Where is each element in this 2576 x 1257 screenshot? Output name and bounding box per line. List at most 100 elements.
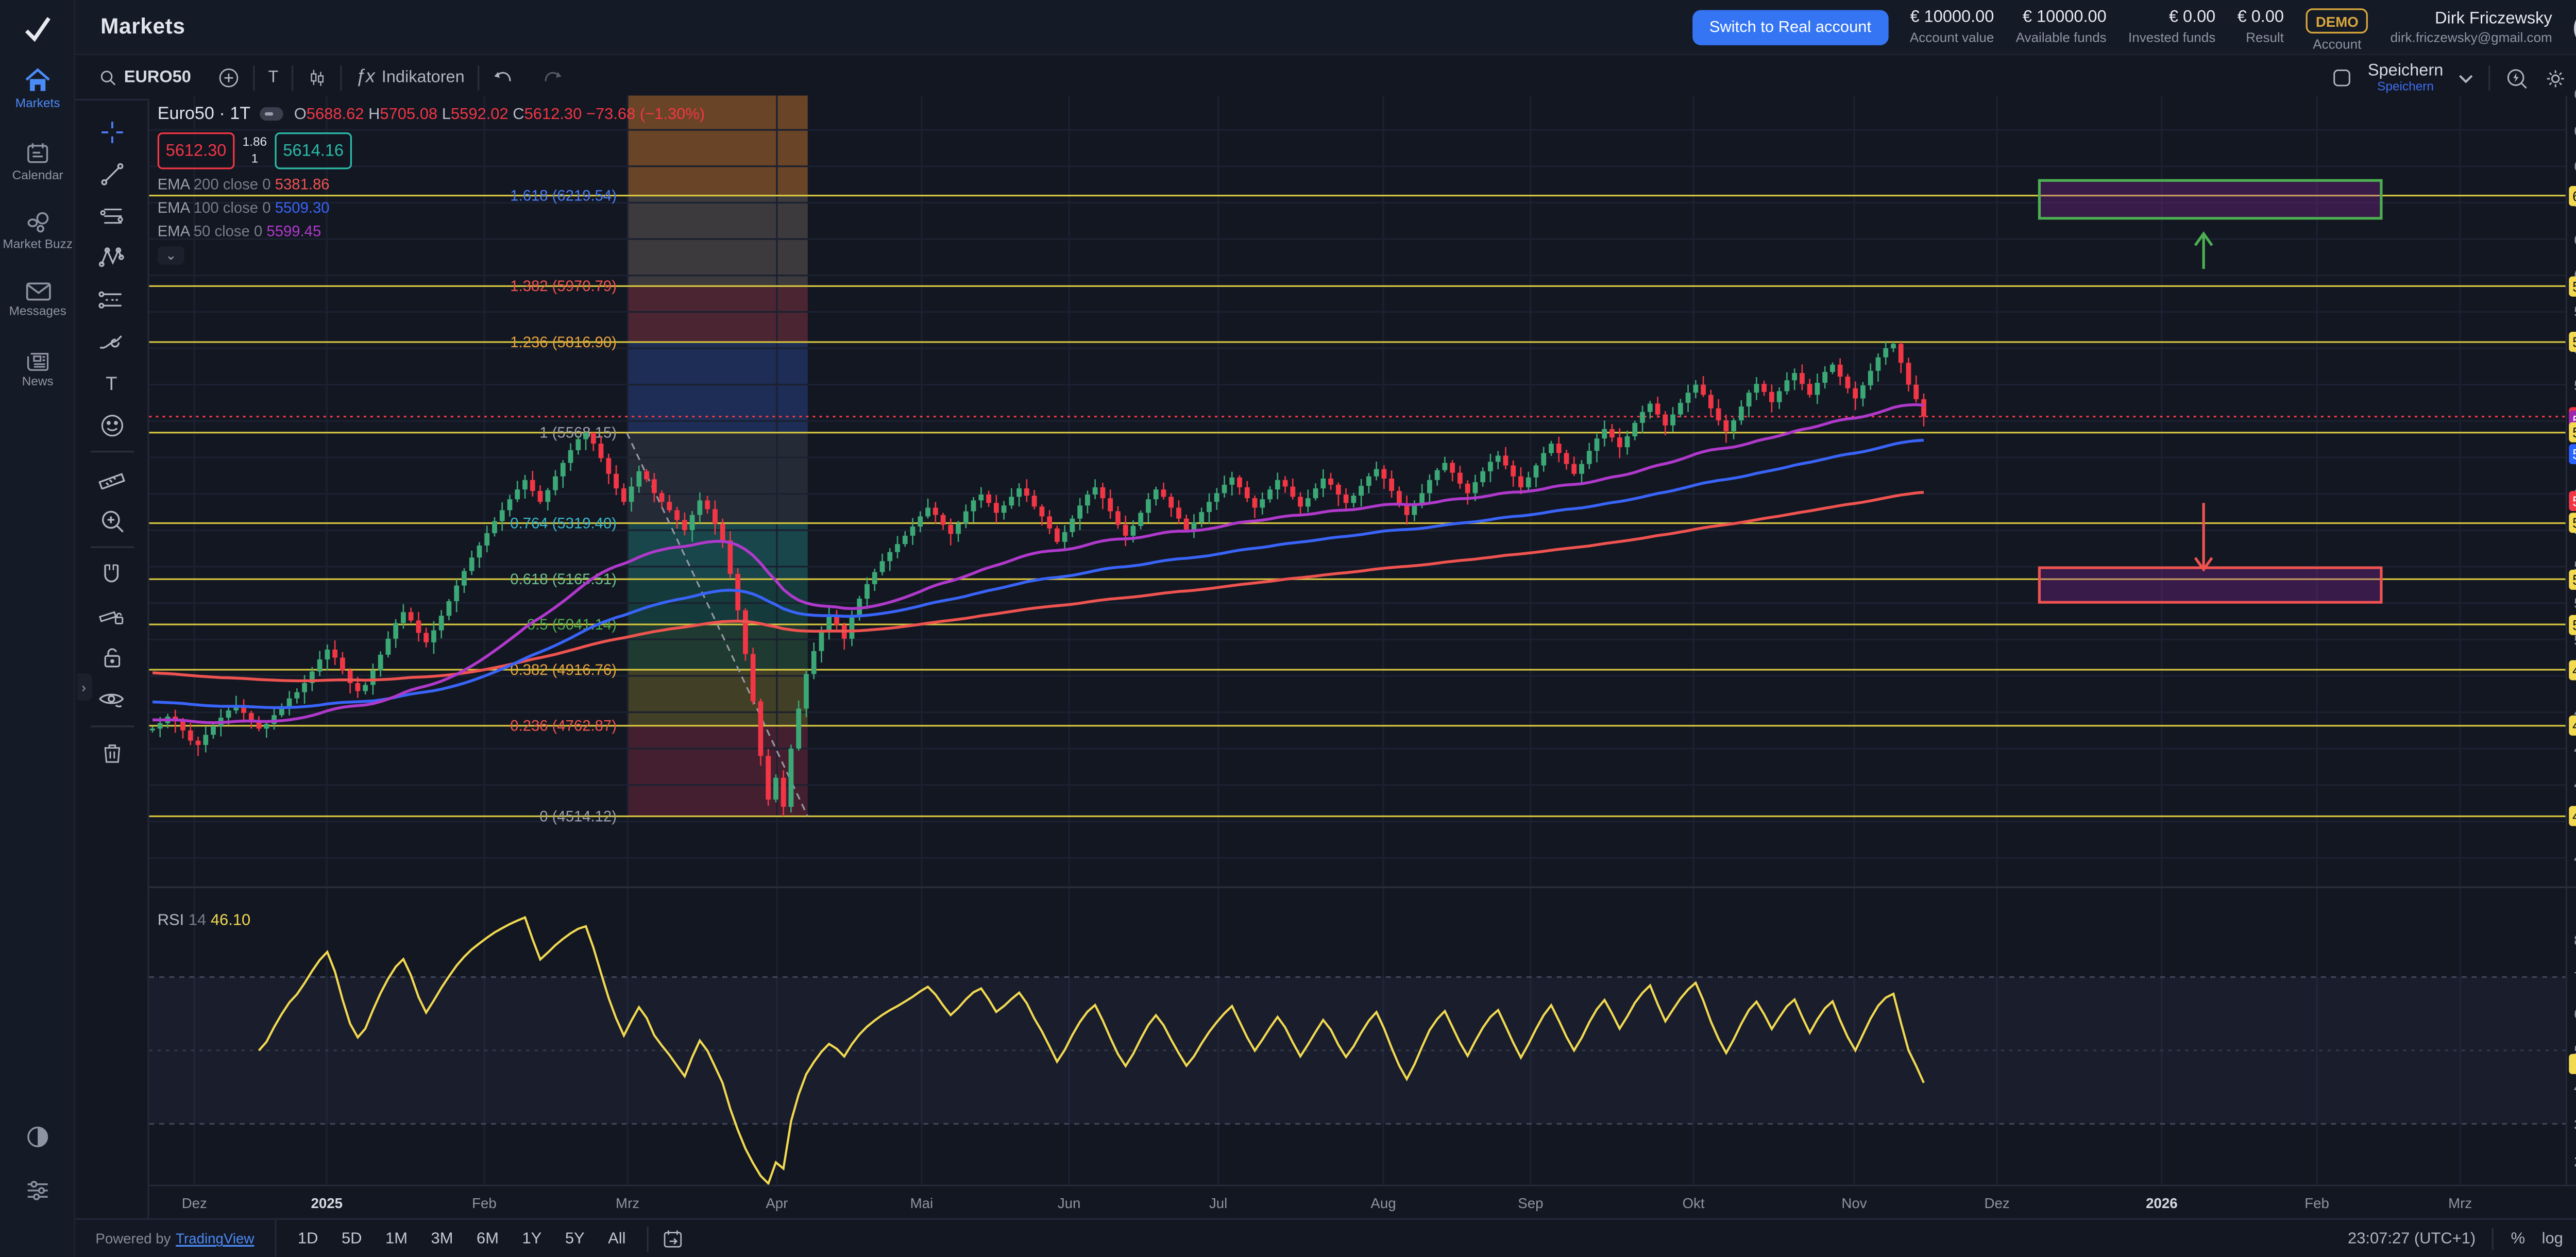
user-info[interactable]: Dirk Friczewsky dirk.friczewsky@gmail.co… — [2391, 8, 2552, 47]
range-button-5y[interactable]: 5Y — [557, 1226, 593, 1251]
crosshair-tool-button[interactable] — [88, 111, 135, 152]
app-logo-check-icon[interactable] — [22, 13, 54, 45]
rsi-axis-tick: 60.00 — [2574, 1006, 2576, 1023]
sidebar-item-market-buzz[interactable]: Market Buzz — [0, 212, 75, 253]
settings-sliders-icon[interactable] — [0, 1179, 75, 1207]
sidebar-item-messages[interactable]: Messages — [0, 281, 75, 319]
time-axis-label: Feb — [2304, 1195, 2329, 1212]
price-axis-tick: 6400.00 — [2574, 122, 2576, 139]
compare-add-button[interactable] — [205, 55, 253, 99]
down-arrow[interactable] — [2195, 503, 2212, 569]
stat-invested-funds: € 0.00Invested funds — [2128, 9, 2215, 46]
scale-percent-button[interactable]: % — [2511, 1229, 2525, 1248]
pane-separator[interactable] — [149, 887, 2576, 888]
ema-100-legend[interactable]: EMA 100 close 0 5509.30 — [158, 199, 705, 216]
time-axis-label: 2025 — [311, 1195, 343, 1212]
range-button-6m[interactable]: 6M — [468, 1226, 507, 1251]
chevron-down-icon[interactable] — [2459, 73, 2473, 83]
fib-label: 0.382 (4916.76) — [510, 662, 617, 678]
sidebar-item-markets[interactable]: Markets — [0, 67, 75, 112]
price-tag: 4514.12 — [2569, 806, 2576, 826]
sidebar-item-calendar[interactable]: Calendar — [0, 140, 75, 183]
sidebar-item-label: Messages — [9, 303, 66, 318]
header: Markets Switch to Real account € 10000.0… — [75, 0, 2576, 55]
layout-checkbox-icon[interactable] — [2331, 67, 2352, 89]
powered-by: Powered by TradingView — [75, 1220, 276, 1257]
lock-tool-button[interactable] — [88, 637, 135, 678]
trash-tool-button[interactable] — [88, 732, 135, 774]
interval-button[interactable]: T — [255, 55, 292, 99]
indicators-button[interactable]: ƒx Indikatoren — [342, 55, 478, 99]
redo-button[interactable] — [528, 55, 577, 99]
goto-date-icon — [663, 1228, 684, 1249]
ema-200-line[interactable] — [152, 492, 1924, 681]
drawing-mode-tool-button[interactable] — [88, 595, 135, 637]
brush-tool-button[interactable] — [88, 320, 135, 362]
range-button-all[interactable]: All — [600, 1226, 634, 1251]
tradingview-link[interactable]: TradingView — [176, 1230, 254, 1247]
gear-icon[interactable] — [2544, 66, 2567, 90]
legend-symbol[interactable]: Euro50 · 1T — [158, 104, 250, 124]
price-axis-tick: 5700.00 — [2574, 376, 2576, 393]
text-tool-button[interactable]: T — [88, 362, 135, 404]
save-button[interactable]: Speichern Speichern — [2368, 62, 2443, 94]
price-axis-tick: 5900.00 — [2574, 303, 2576, 320]
spread: 1.861 — [234, 132, 275, 169]
xabcd-pattern-tool-button[interactable] — [88, 236, 135, 278]
time-axis-label: Mrz — [616, 1195, 639, 1212]
quick-search-icon[interactable] — [2505, 66, 2529, 90]
scale-log-button[interactable]: log — [2542, 1229, 2563, 1248]
switch-to-real-button[interactable]: Switch to Real account — [1692, 10, 1888, 45]
fib-label: 1.236 (5816.90) — [510, 334, 617, 351]
fib-retracement-tool-button[interactable] — [88, 194, 135, 236]
symbol-search[interactable]: EURO50 — [86, 55, 205, 99]
stat-account-value: € 10000.00Account value — [1910, 9, 1994, 46]
clock[interactable]: 23:07:27 (UTC+1) — [2348, 1229, 2476, 1248]
price-tag: 5816.90 — [2569, 332, 2576, 352]
avatar[interactable] — [2574, 8, 2576, 48]
undo-button[interactable] — [480, 55, 528, 99]
range-button-1m[interactable]: 1M — [377, 1226, 416, 1251]
range-button-1d[interactable]: 1D — [290, 1226, 327, 1251]
legend-collapse-button[interactable]: ⌄ — [158, 246, 184, 265]
ema-200-legend[interactable]: EMA 200 close 0 5381.86 — [158, 176, 705, 193]
price-axis-tick: 4700.00 — [2574, 740, 2576, 757]
legend-visibility-toggle[interactable] — [261, 107, 284, 121]
goto-date-button[interactable] — [649, 1220, 698, 1257]
long-position-tool-button[interactable] — [88, 278, 135, 320]
price-tag: 4762.87 — [2569, 716, 2576, 736]
range-button-3m[interactable]: 3M — [422, 1226, 461, 1251]
rsi-axis-tick: 70.00 — [2574, 969, 2576, 986]
pane-expander-button[interactable]: › — [76, 674, 91, 701]
sell-button[interactable]: 5612.30 — [158, 132, 235, 169]
buy-button[interactable]: 5614.16 — [275, 132, 352, 169]
magnet-tool-button[interactable] — [88, 553, 135, 594]
zoom-in-tool-button[interactable] — [88, 499, 135, 541]
rsi-legend[interactable]: RSI 14 46.10 — [158, 911, 250, 930]
fib-label: 0 (4514.12) — [539, 808, 617, 825]
sidebar-item-label: News — [22, 373, 54, 388]
price-axis-tick: 6100.00 — [2574, 231, 2576, 248]
chart-style-button[interactable] — [294, 55, 341, 99]
drawn-rectangle-1[interactable] — [2039, 180, 2381, 218]
fx-icon: ƒx — [355, 67, 375, 87]
time-axis[interactable]: ↻ Dez2025FebMrzAprMaiJunJulAugSepOktNovD… — [149, 1185, 2576, 1218]
theme-toggle-icon[interactable] — [0, 1125, 75, 1153]
price-tag: 5568.15 — [2569, 422, 2576, 443]
range-button-1y[interactable]: 1Y — [514, 1226, 550, 1251]
ruler-tool-button[interactable] — [88, 457, 135, 499]
demo-account-badge: DEMO Account — [2306, 3, 2368, 53]
time-axis-label: Nov — [1841, 1195, 1867, 1212]
ema-50-legend[interactable]: EMA 50 close 0 5599.45 — [158, 223, 705, 240]
price-axis-tick: 4600.00 — [2574, 777, 2576, 794]
trend-line-tool-button[interactable] — [88, 152, 135, 194]
drawn-rectangle-2[interactable] — [2039, 568, 2381, 602]
sidebar-item-news[interactable]: News — [0, 348, 75, 389]
range-button-5d[interactable]: 5D — [333, 1226, 370, 1251]
fib-label: 0.764 (5319.40) — [510, 515, 617, 532]
hide-eye-tool-button[interactable] — [88, 678, 135, 720]
price-axis-tick: 5100.00 — [2574, 594, 2576, 611]
emoji-tool-button[interactable] — [88, 404, 135, 446]
price-axis[interactable]: 6500.006400.006300.006200.006100.006000.… — [2566, 95, 2576, 1184]
ema-100-line[interactable] — [152, 440, 1924, 707]
